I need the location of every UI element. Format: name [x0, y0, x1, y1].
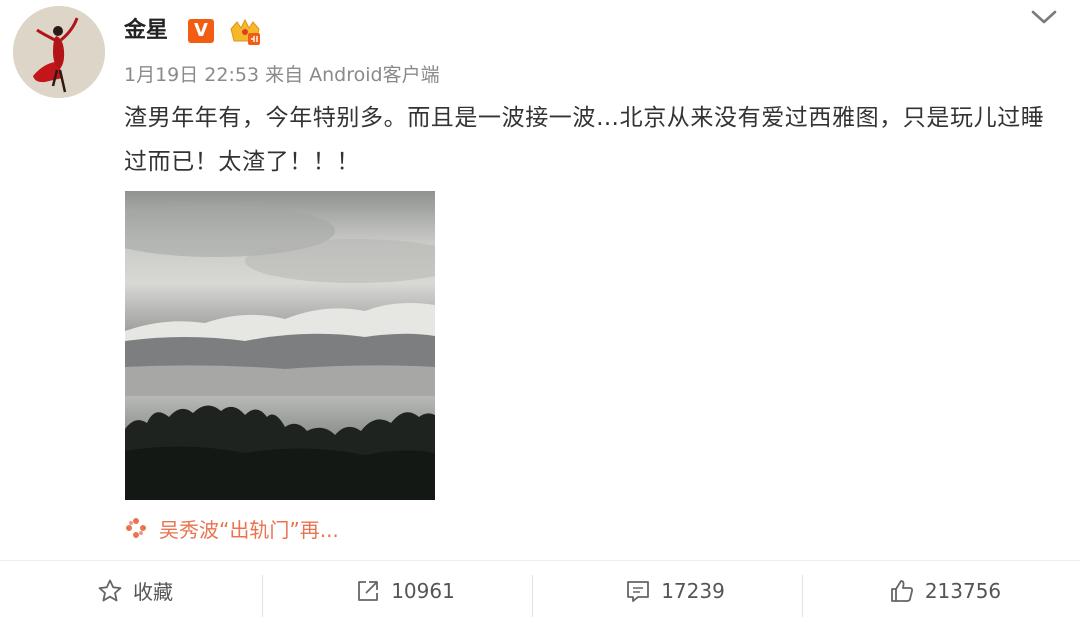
post-image[interactable]	[125, 191, 435, 500]
comment-icon	[627, 580, 650, 602]
comment-count: 17239	[661, 578, 725, 603]
author-name[interactable]: 金星	[124, 15, 168, 47]
like-button[interactable]: 213756	[802, 561, 1080, 620]
favorite-label: 收藏	[133, 580, 173, 604]
repost-icon	[358, 580, 379, 601]
action-bar: 收藏 10961 17239 213756	[0, 561, 1080, 620]
topic-link[interactable]: 吴秀波“出轨门”再...	[125, 513, 339, 543]
thumbs-up-icon	[890, 579, 913, 602]
verified-v-icon: V	[188, 19, 214, 43]
avatar[interactable]	[13, 6, 105, 98]
crown-membership-icon[interactable]	[228, 17, 262, 47]
post-meta: 1月19日 22:53 来自 Android客户端	[124, 64, 440, 86]
avatar-image	[13, 6, 105, 98]
comment-button[interactable]: 17239	[532, 561, 810, 620]
topic-text: 吴秀波“出轨门”再...	[159, 517, 339, 542]
chevron-down-icon[interactable]	[1030, 8, 1058, 26]
repost-count: 10961	[391, 578, 455, 603]
repost-button[interactable]: 10961	[262, 561, 540, 620]
star-icon	[98, 579, 122, 601]
topic-icon	[126, 518, 146, 538]
post-content: 渣男年年有，今年特别多。而且是一波接一波…北京从来没有爱过西雅图，只是玩儿过睡过…	[124, 105, 1045, 175]
favorite-button[interactable]: 收藏	[0, 561, 270, 620]
like-count: 213756	[924, 578, 1002, 603]
